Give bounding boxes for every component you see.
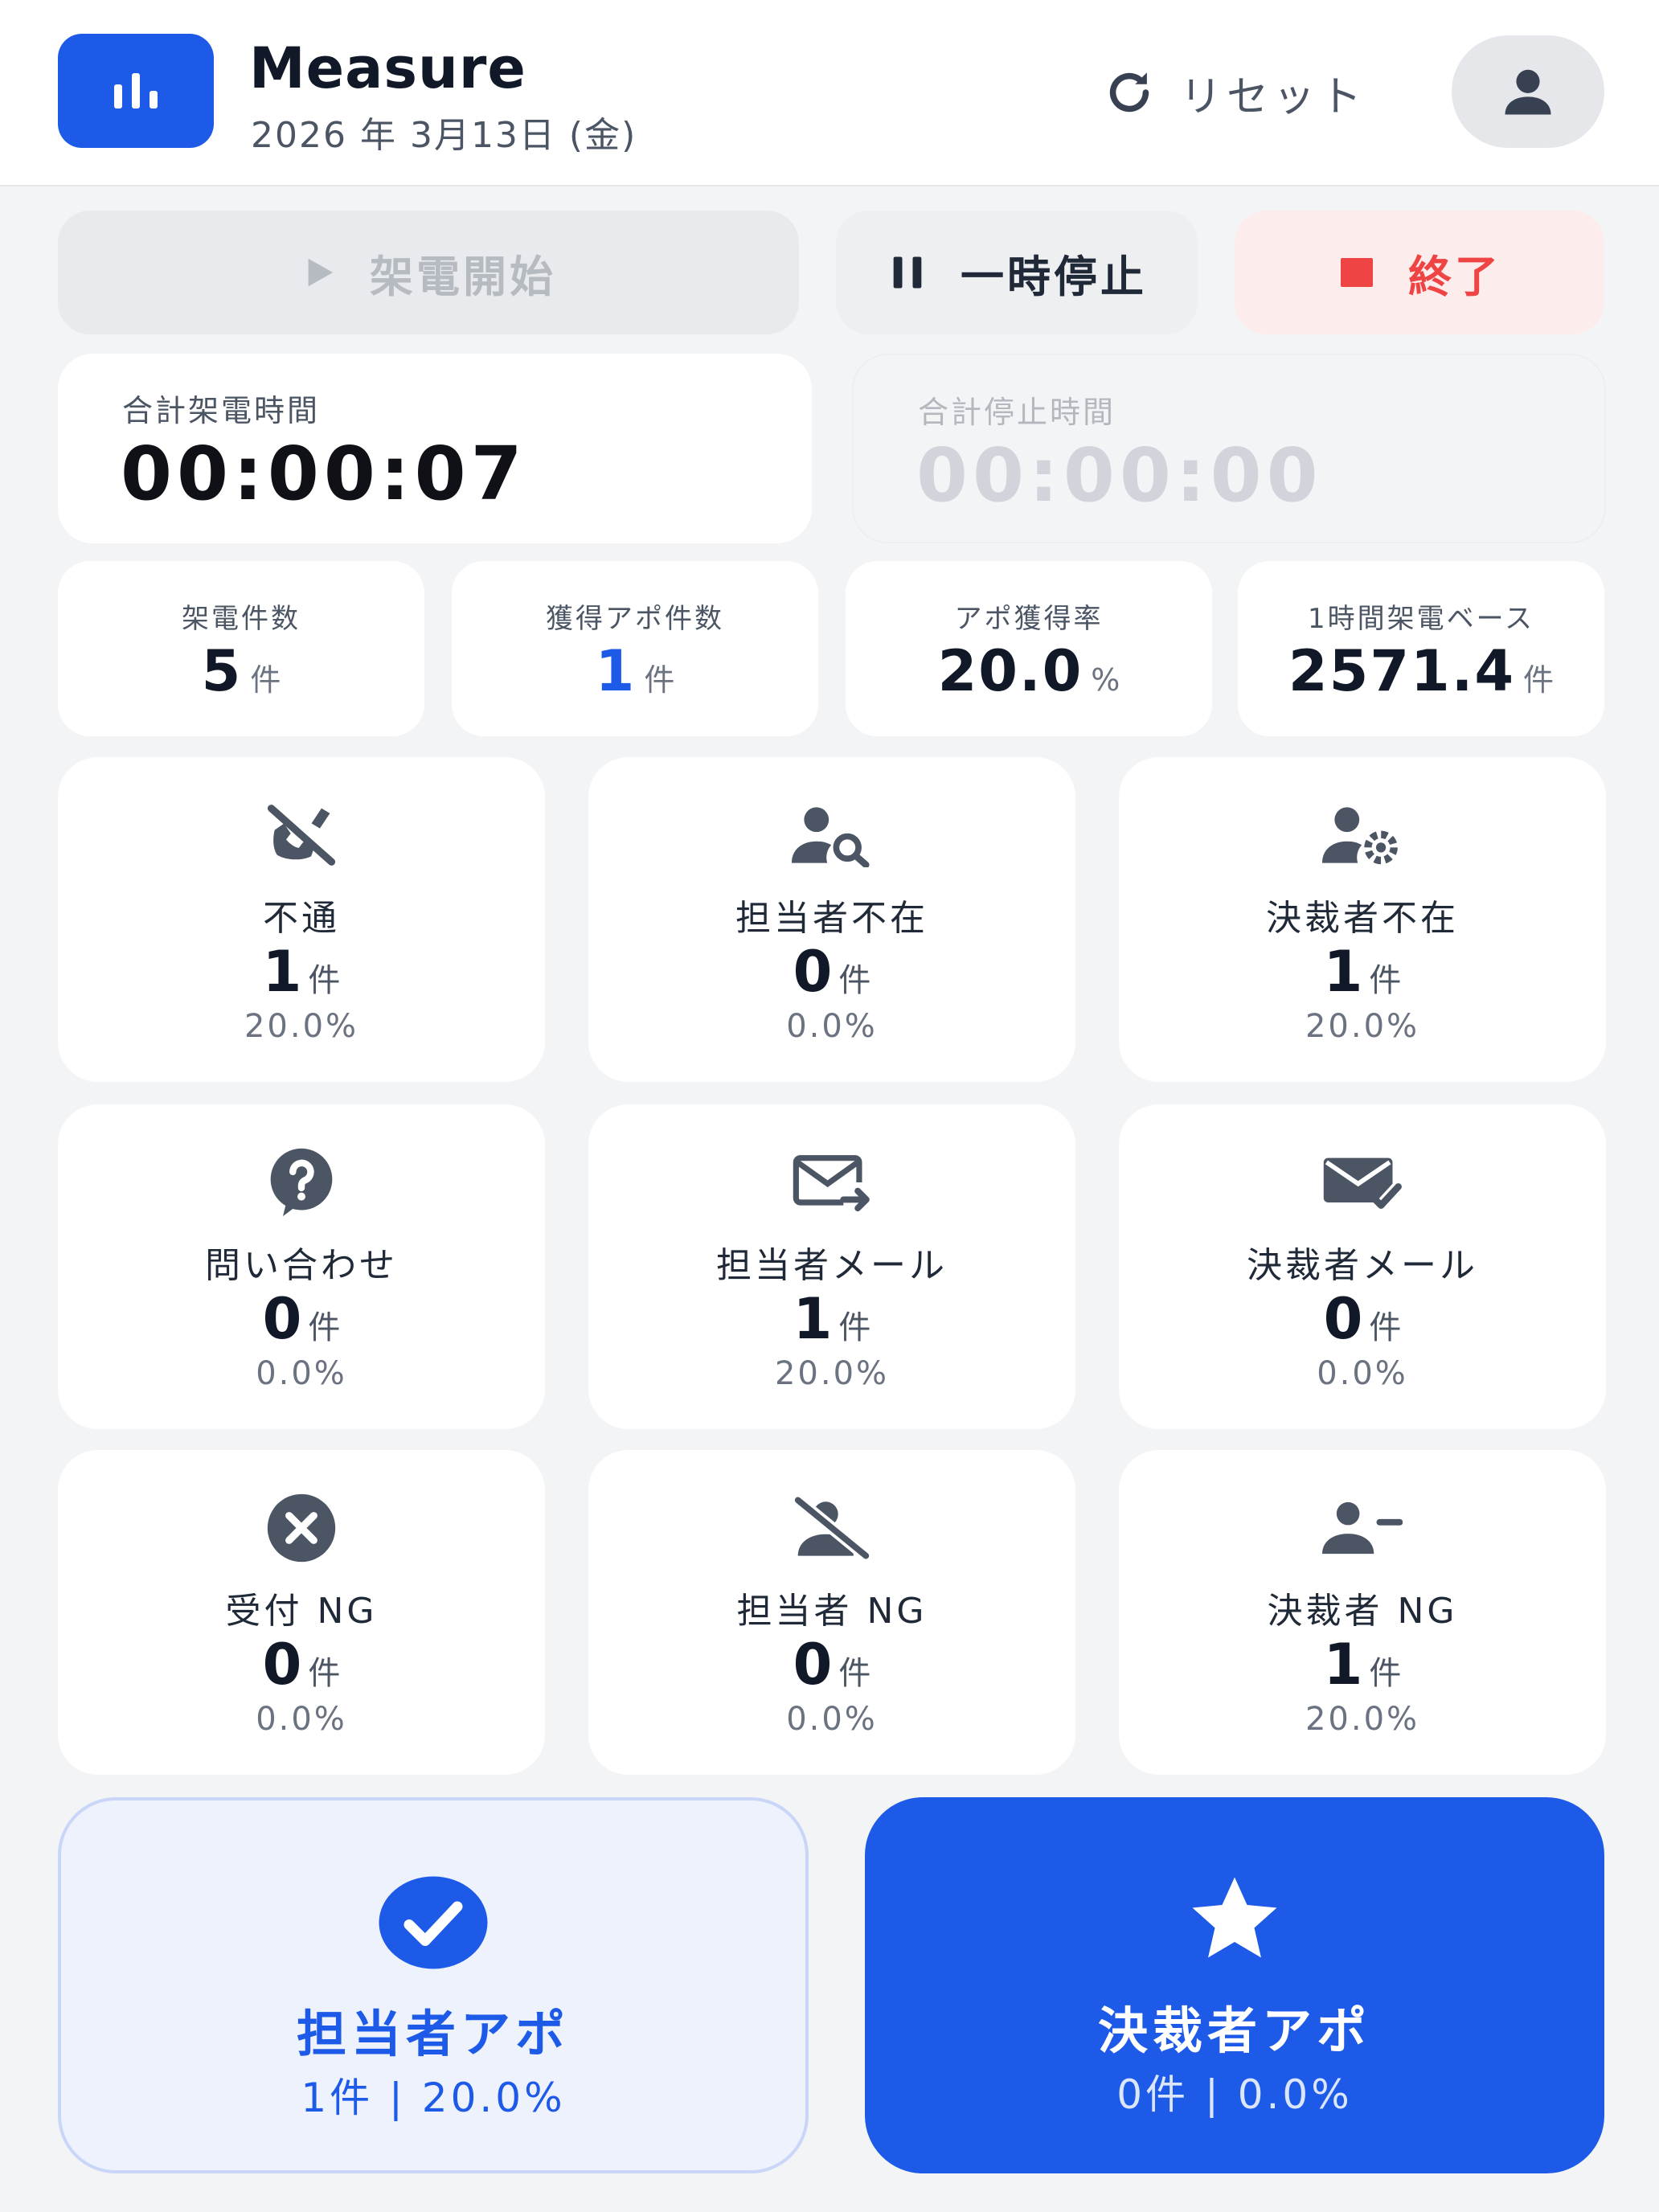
- user-search-icon: [792, 799, 872, 871]
- outcome-percent: 20.0%: [774, 1355, 890, 1392]
- outcome-contact-ng[interactable]: 担当者 NG 0件 0.0%: [588, 1450, 1075, 1775]
- user-slash-icon: [792, 1492, 872, 1564]
- outcome-count: 1件: [793, 1286, 871, 1352]
- stat-value: 5件: [201, 638, 281, 704]
- refresh-icon: [1109, 72, 1149, 113]
- x-circle-icon: [261, 1492, 342, 1564]
- outcome-decision-maker-absent[interactable]: 決裁者不在 1件 20.0%: [1119, 757, 1606, 1082]
- outcome-reception-ng[interactable]: 受付 NG 0件 0.0%: [58, 1450, 545, 1775]
- total-call-time-card: 合計架電時間 00:00:07: [58, 354, 812, 543]
- outcome-label: 決裁者不在: [1266, 898, 1459, 939]
- question-icon: [261, 1146, 342, 1219]
- outcome-inquiry[interactable]: 問い合わせ 0件 0.0%: [58, 1104, 545, 1429]
- stat-label: アポ獲得率: [954, 603, 1104, 635]
- user-gear-icon: [1322, 799, 1403, 871]
- outcome-percent: 0.0%: [256, 1355, 347, 1392]
- contact-appointment-label: 担当者アポ: [296, 2005, 570, 2063]
- end-button[interactable]: 終了: [1235, 211, 1604, 334]
- contact-appointment-button[interactable]: 担当者アポ 1件 | 20.0%: [58, 1797, 809, 2173]
- outcome-percent: 0.0%: [1317, 1355, 1408, 1392]
- stat-appointment-count: 獲得アポ件数 1件: [452, 561, 818, 736]
- outcome-decision-maker-ng[interactable]: 決裁者 NG 1件 20.0%: [1119, 1450, 1606, 1775]
- pause-icon: [893, 256, 922, 289]
- user-icon: [1505, 69, 1551, 115]
- outcome-count: 1件: [262, 939, 341, 1005]
- total-call-time-value: 00:00:07: [121, 431, 527, 517]
- phone-off-icon: [261, 799, 342, 871]
- check-circle-icon: [61, 1874, 805, 1971]
- stat-value: 20.0%: [937, 638, 1120, 704]
- app-header: Measure 2026 年 3月13日 (金) リセット: [0, 0, 1659, 186]
- outcome-count: 0件: [262, 1632, 341, 1698]
- outcome-no-answer[interactable]: 不通 1件 20.0%: [58, 757, 545, 1082]
- outcome-label: 受付 NG: [225, 1591, 378, 1632]
- star-icon: [865, 1871, 1604, 1968]
- start-calling-button[interactable]: 架電開始: [58, 211, 799, 334]
- bar-chart-icon: [58, 34, 214, 148]
- stat-hourly-pace: 1時間架電ベース 2571.4 件: [1238, 561, 1604, 736]
- outcome-decision-maker-email[interactable]: 決裁者メール 0件 0.0%: [1119, 1104, 1606, 1429]
- contact-appointment-summary: 1件 | 20.0%: [301, 2075, 566, 2121]
- total-stop-time-value: 00:00:00: [916, 432, 1323, 518]
- outcome-percent: 20.0%: [1305, 1008, 1420, 1045]
- stat-call-count: 架電件数 5件: [58, 561, 424, 736]
- user-minus-icon: [1322, 1492, 1403, 1564]
- outcome-label: 決裁者 NG: [1267, 1591, 1458, 1632]
- stat-label: 1時間架電ベース: [1308, 603, 1534, 635]
- reset-label: リセット: [1180, 72, 1367, 121]
- outcome-percent: 20.0%: [244, 1008, 359, 1045]
- end-label: 終了: [1408, 251, 1501, 302]
- avatar[interactable]: [1452, 35, 1604, 148]
- outcome-count: 1件: [1323, 1632, 1402, 1698]
- total-call-time-label: 合計架電時間: [122, 393, 321, 428]
- mail-check-icon: [1322, 1146, 1403, 1219]
- outcome-percent: 0.0%: [786, 1701, 878, 1738]
- stat-label: 架電件数: [182, 603, 301, 635]
- total-stop-time-card: 合計停止時間 00:00:00: [852, 354, 1606, 543]
- outcome-contact-email[interactable]: 担当者メール 1件 20.0%: [588, 1104, 1075, 1429]
- stop-icon: [1341, 258, 1373, 287]
- outcome-label: 担当者 NG: [736, 1591, 928, 1632]
- stat-value: 1件: [595, 638, 675, 704]
- outcome-count: 0件: [793, 1632, 871, 1698]
- outcome-label: 担当者不在: [735, 898, 928, 939]
- app-title: Measure: [249, 35, 526, 101]
- pause-label: 一時停止: [961, 251, 1147, 302]
- pause-button[interactable]: 一時停止: [836, 211, 1198, 334]
- total-stop-time-label: 合計停止時間: [918, 395, 1116, 430]
- outcome-percent: 20.0%: [1305, 1701, 1420, 1738]
- outcome-label: 決裁者メール: [1247, 1245, 1478, 1286]
- reset-button[interactable]: リセット: [1101, 56, 1366, 129]
- outcome-percent: 0.0%: [786, 1008, 878, 1045]
- outcome-count: 1件: [1323, 939, 1402, 1005]
- stat-appointment-rate: アポ獲得率 20.0%: [846, 561, 1212, 736]
- session-date: 2026 年 3月13日 (金): [251, 115, 637, 156]
- start-calling-label: 架電開始: [370, 251, 556, 302]
- stat-value: 2571.4 件: [1288, 638, 1555, 704]
- outcome-label: 不通: [263, 898, 340, 939]
- decision-maker-appointment-summary: 0件 | 0.0%: [1116, 2071, 1353, 2118]
- outcome-count: 0件: [1323, 1286, 1402, 1352]
- decision-maker-appointment-button[interactable]: 決裁者アポ 0件 | 0.0%: [865, 1797, 1604, 2173]
- outcome-label: 問い合わせ: [205, 1245, 398, 1286]
- stat-label: 獲得アポ件数: [546, 603, 724, 635]
- play-icon: [308, 258, 334, 287]
- outcome-label: 担当者メール: [716, 1245, 948, 1286]
- outcome-count: 0件: [262, 1286, 341, 1352]
- outcome-contact-absent[interactable]: 担当者不在 0件 0.0%: [588, 757, 1075, 1082]
- outcome-count: 0件: [793, 939, 871, 1005]
- outcome-percent: 0.0%: [256, 1701, 347, 1738]
- decision-maker-appointment-label: 決裁者アポ: [1097, 2001, 1371, 2060]
- mail-forward-icon: [792, 1146, 872, 1219]
